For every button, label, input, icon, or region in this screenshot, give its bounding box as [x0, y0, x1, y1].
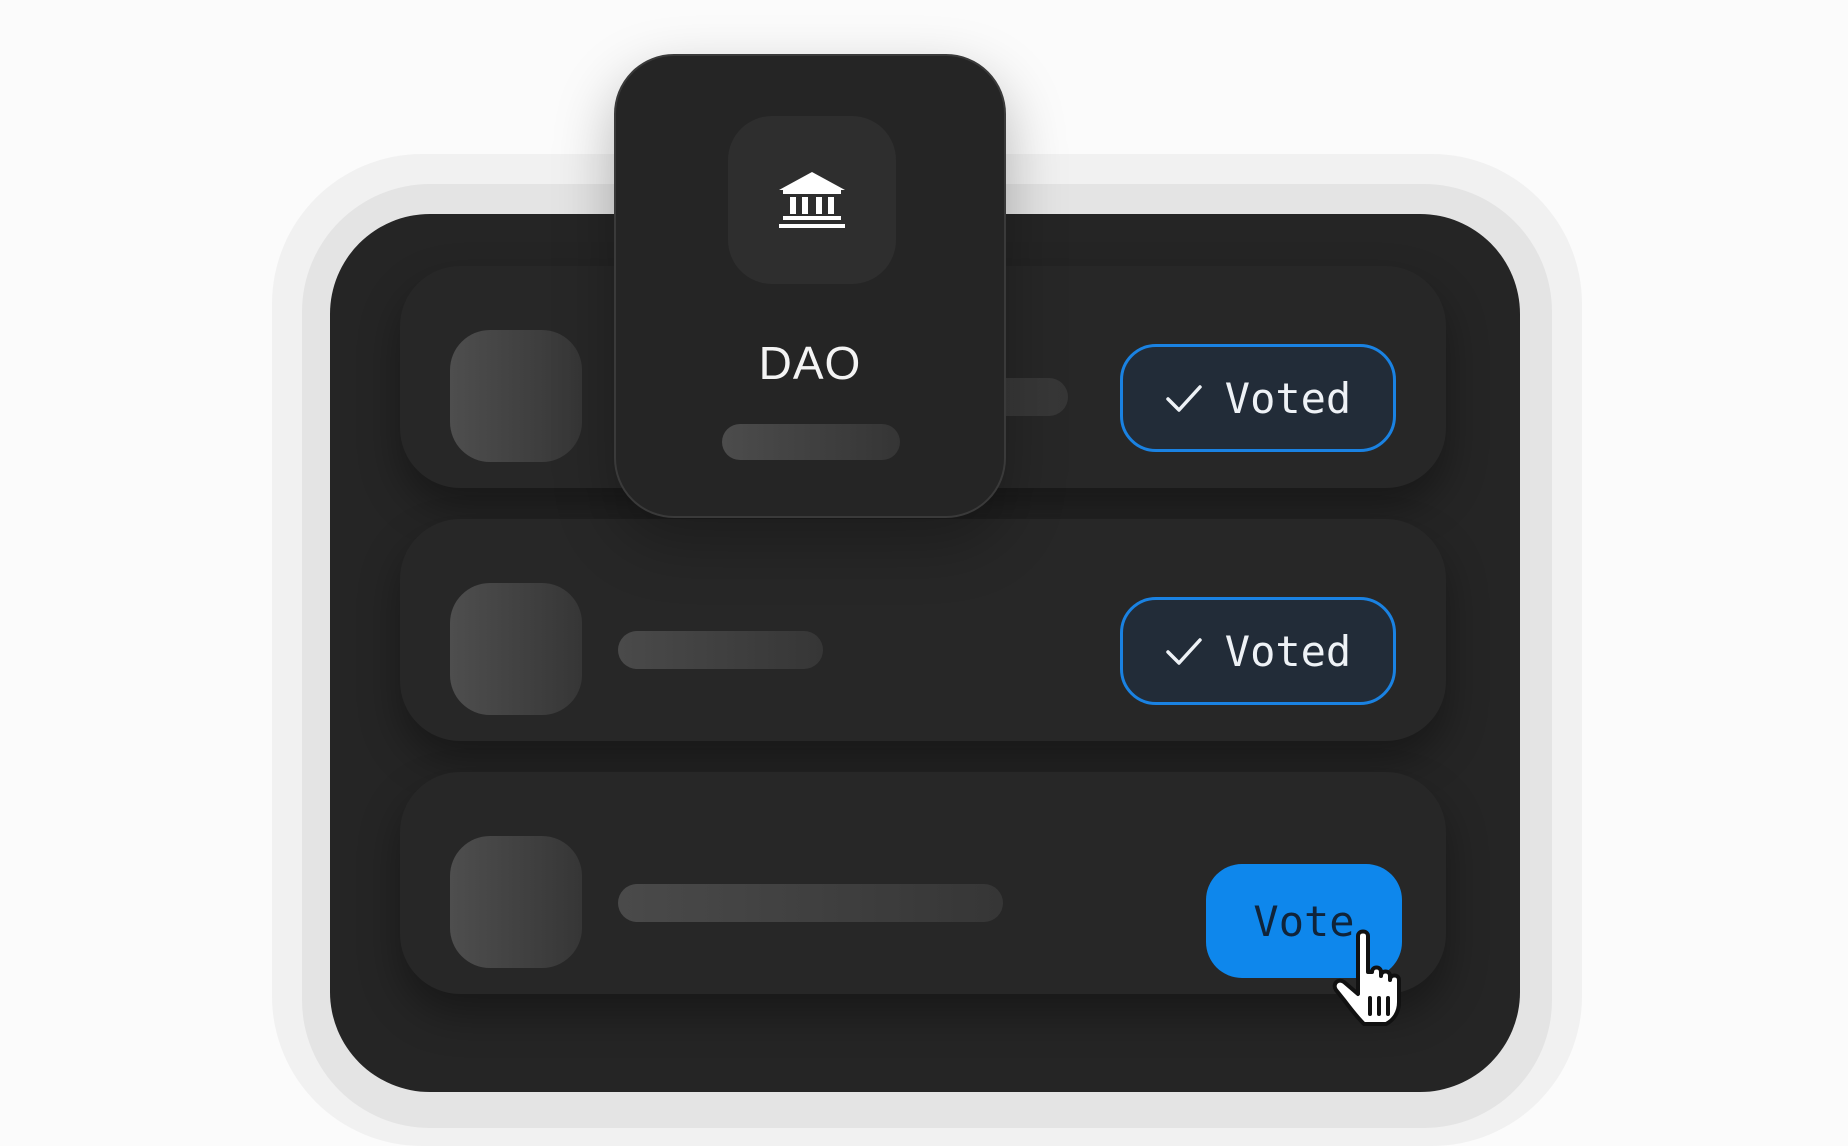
dao-title: DAO [758, 337, 862, 389]
text-placeholder [722, 424, 900, 460]
avatar-placeholder [450, 583, 582, 715]
proposal-row: Voted [400, 519, 1446, 741]
voted-button-label: Voted [1224, 626, 1352, 676]
text-placeholder [618, 631, 823, 669]
dao-card: DAO [614, 54, 1006, 518]
check-icon [1166, 638, 1202, 665]
text-placeholder [618, 884, 1003, 922]
check-icon [1166, 385, 1202, 412]
pointer-hand-icon [1332, 929, 1401, 1026]
avatar-placeholder [450, 330, 582, 462]
dao-icon-tile [728, 116, 896, 284]
bank-building-icon [779, 172, 845, 228]
voted-button[interactable]: Voted [1120, 597, 1396, 705]
voted-button-label: Voted [1224, 373, 1352, 423]
voted-button[interactable]: Voted [1120, 344, 1396, 452]
proposal-row: Vote [400, 772, 1446, 994]
avatar-placeholder [450, 836, 582, 968]
